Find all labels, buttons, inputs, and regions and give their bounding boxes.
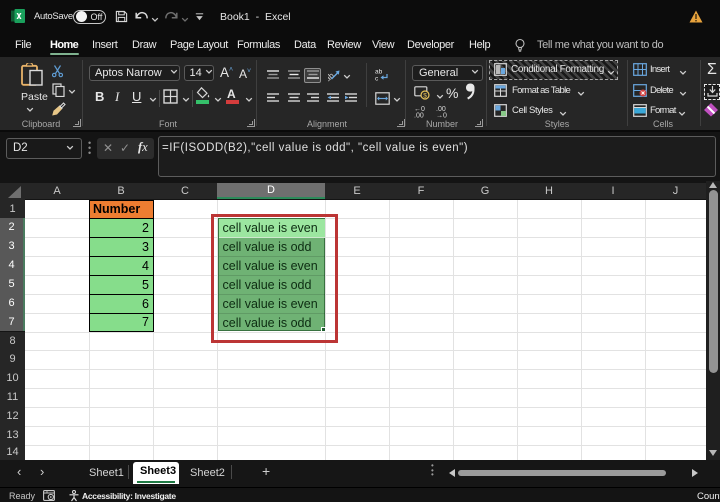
svg-text:→0: →0	[436, 113, 447, 119]
svg-text:.00: .00	[414, 113, 424, 119]
svg-text:ab: ab	[375, 69, 383, 76]
svg-text:c: c	[375, 76, 379, 82]
svg-text:$: $	[423, 93, 427, 100]
